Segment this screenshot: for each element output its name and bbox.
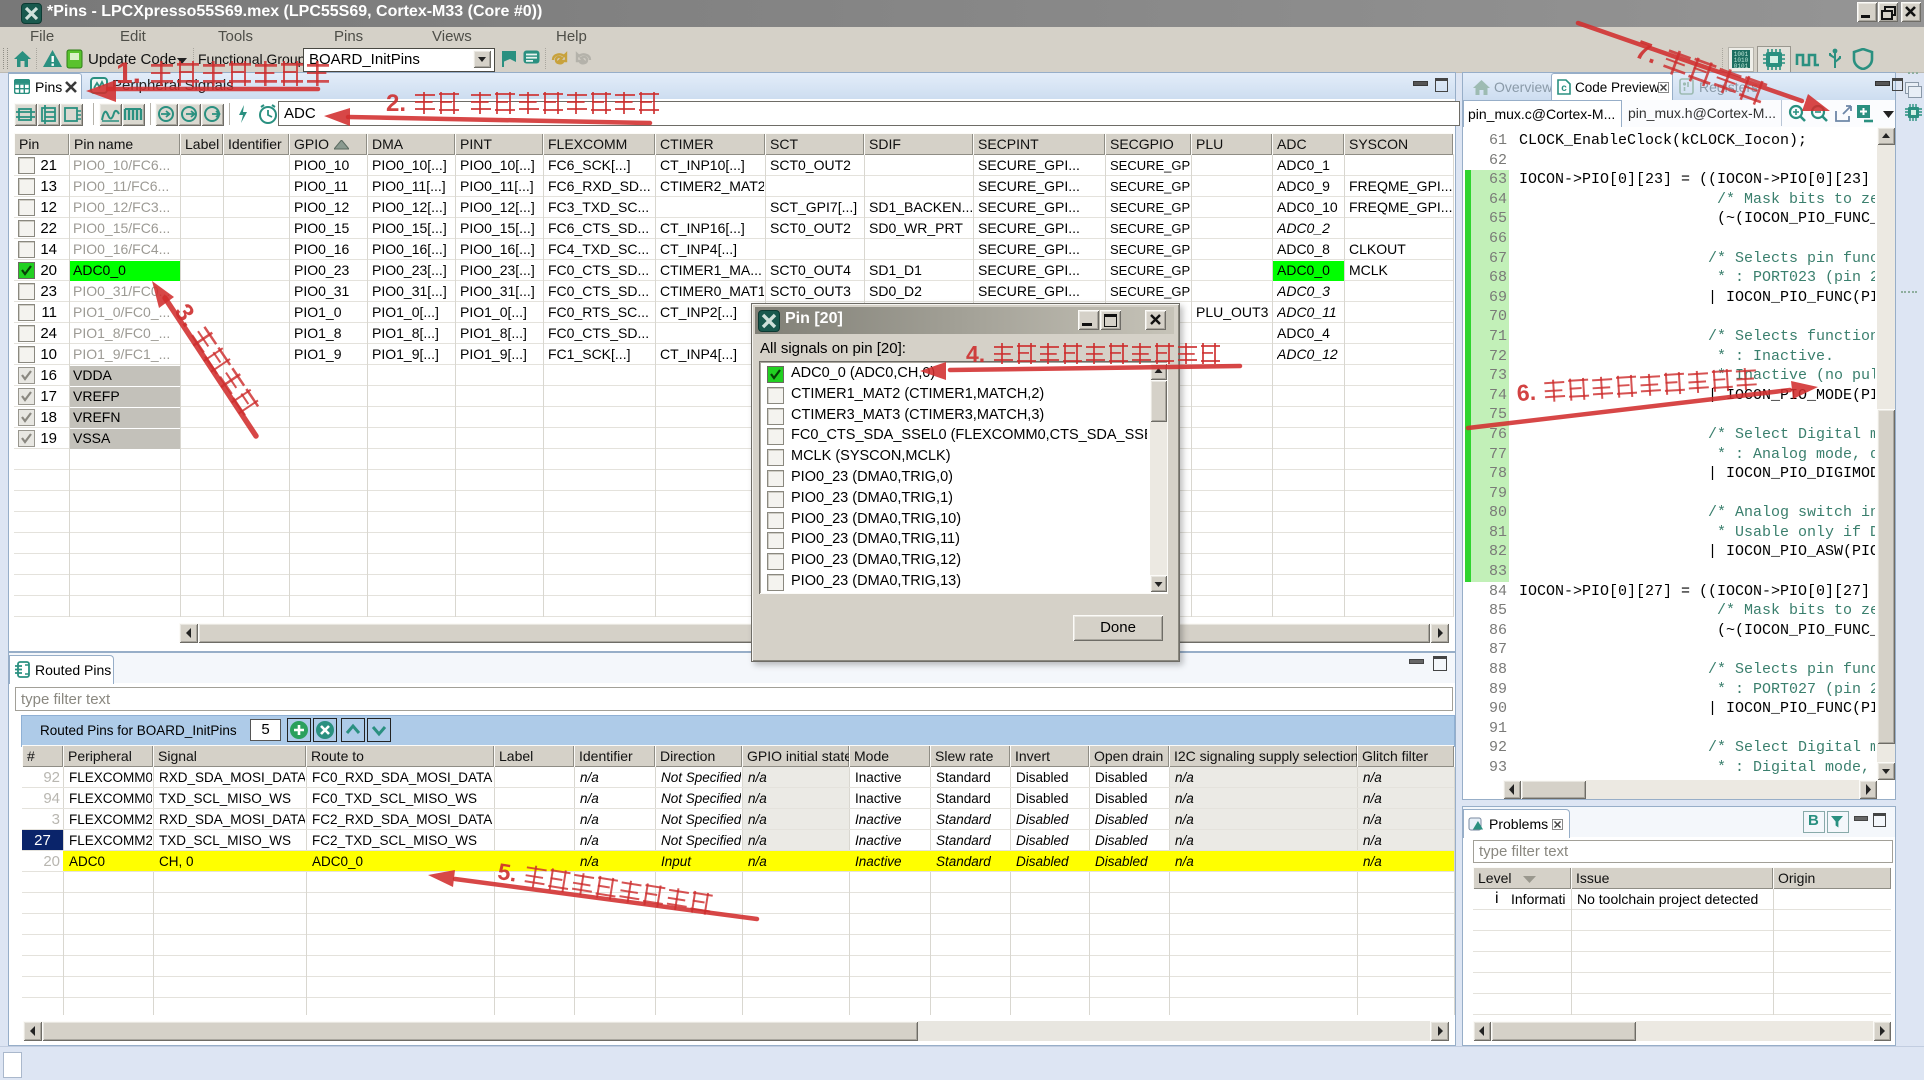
svg-text:c: c: [1561, 83, 1567, 94]
